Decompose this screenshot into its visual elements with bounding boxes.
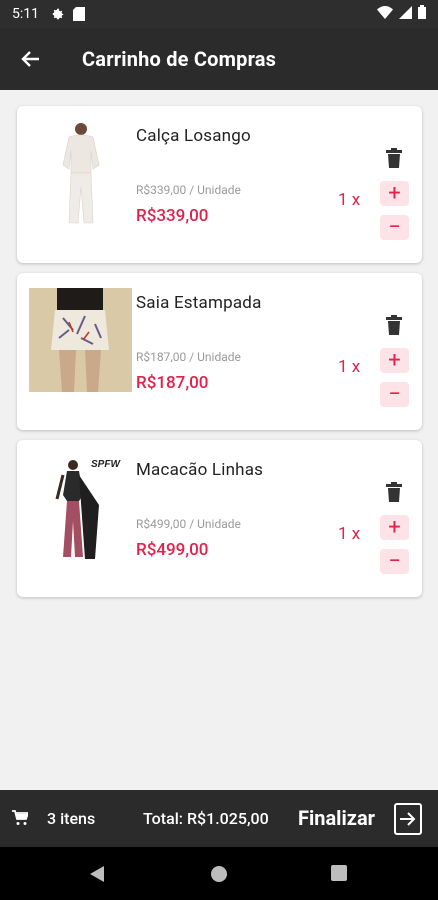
product-image [29,121,132,225]
increase-quantity-button[interactable]: + [380,181,409,206]
status-bar: 5:11 [0,0,438,28]
system-nav-bar [0,847,438,900]
nav-recents-button[interactable] [331,865,347,885]
delete-button[interactable] [385,148,403,168]
cart-item: Saia Estampada R$187,00 / Unidade R$187,… [17,273,422,430]
status-right-icons [377,5,426,23]
triangle-back-icon [90,866,104,882]
decrease-quantity-button[interactable]: − [380,215,409,240]
app-bar: Carrinho de Compras [0,28,438,90]
product-name: Calça Losango [136,126,251,146]
trash-icon [386,148,402,168]
finish-arrow-button[interactable] [394,803,422,835]
items-count: 3 itens [47,809,96,828]
square-recents-icon [331,865,347,881]
quantity-label: 1 x [338,357,361,377]
settings-icon [51,7,65,21]
cart-item: Calça Losango R$339,00 / Unidade R$339,0… [17,106,422,263]
product-image [29,288,132,392]
wifi-icon [377,5,393,23]
cart-item: SPFW Macacão Linhas R$499,00 / Unidade R… [17,440,422,597]
nav-back-button[interactable] [88,865,106,887]
delete-button[interactable] [385,315,403,335]
back-button[interactable] [2,31,58,87]
trash-icon [386,482,402,502]
delete-button[interactable] [385,482,403,502]
item-price: R$499,00 [136,540,209,560]
product-name: Saia Estampada [136,293,262,313]
increase-quantity-button[interactable]: + [380,515,409,540]
cart-total: Total: R$1.025,00 [143,809,269,828]
nav-home-button[interactable] [210,865,228,887]
finish-button[interactable]: Finalizar [298,806,375,830]
quantity-label: 1 x [338,524,361,544]
unit-price: R$499,00 / Unidade [136,517,241,531]
unit-price: R$187,00 / Unidade [136,350,241,364]
quantity-label: 1 x [338,190,361,210]
signal-icon [399,5,412,23]
item-price: R$339,00 [136,206,209,226]
decrease-quantity-button[interactable]: − [380,382,409,407]
cart-icon [12,810,30,826]
unit-price: R$339,00 / Unidade [136,183,241,197]
arrow-right-icon [400,812,416,826]
increase-quantity-button[interactable]: + [380,348,409,373]
item-price: R$187,00 [136,373,209,393]
cart-list: Calça Losango R$339,00 / Unidade R$339,0… [17,106,422,607]
checkout-bar: 3 itens Total: R$1.025,00 Finalizar [0,790,438,847]
page-title: Carrinho de Compras [82,47,277,71]
arrow-left-icon [21,51,39,67]
product-image: SPFW [29,455,132,559]
decrease-quantity-button[interactable]: − [380,549,409,574]
trash-icon [386,315,402,335]
sd-card-icon [73,7,87,21]
product-name: Macacão Linhas [136,460,264,480]
circle-home-icon [211,866,227,882]
battery-icon [418,5,426,23]
status-time: 5:11 [12,6,39,22]
svg-text:SPFW: SPFW [91,459,121,470]
